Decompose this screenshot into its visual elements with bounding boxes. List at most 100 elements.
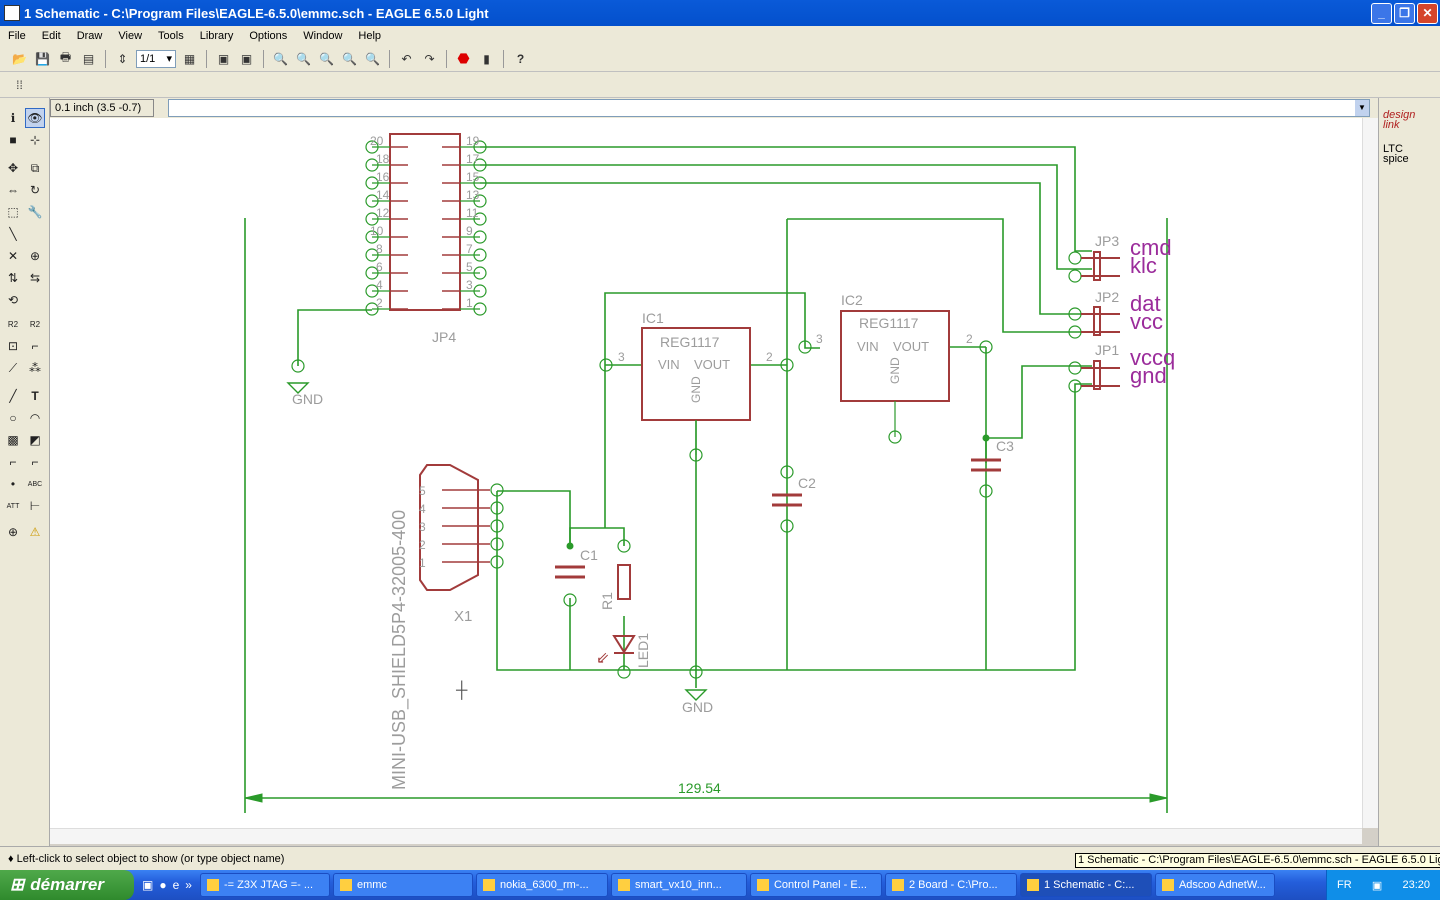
ie-icon[interactable]: e	[173, 878, 180, 892]
maximize-button[interactable]: ❐	[1394, 2, 1415, 24]
redo-icon[interactable]: ↷	[420, 49, 439, 68]
menu-library[interactable]: Library	[192, 30, 242, 42]
minimize-button[interactable]: _	[1371, 2, 1392, 24]
task-control-panel[interactable]: Control Panel - E...	[749, 873, 882, 897]
delete-icon[interactable]: ✕	[3, 246, 23, 266]
pinswap-icon[interactable]: ⇅	[3, 268, 23, 288]
menu-help[interactable]: Help	[350, 30, 389, 42]
task-z3x[interactable]: -= Z3X JTAG =- ...	[199, 873, 330, 897]
expand-icon[interactable]: »	[185, 878, 192, 892]
show-icon[interactable]: 👁	[25, 108, 45, 128]
value-icon[interactable]: R2	[25, 314, 45, 334]
zoom-select-icon[interactable]: 🔍	[363, 49, 382, 68]
rect-icon[interactable]: ▩	[3, 430, 23, 450]
media-icon[interactable]: ●	[159, 878, 166, 892]
zoom-out-icon[interactable]: 🔍	[317, 49, 336, 68]
change-icon[interactable]: 🔧	[25, 202, 45, 222]
svg-text:18: 18	[376, 152, 390, 166]
invoke-icon[interactable]: ⁂	[25, 358, 45, 378]
replace-icon[interactable]: ⟲	[3, 290, 23, 310]
board-icon[interactable]: ▦	[180, 49, 199, 68]
task-emmc[interactable]: emmc	[332, 873, 473, 897]
menu-draw[interactable]: Draw	[69, 30, 111, 42]
go-icon[interactable]: ▮	[477, 49, 496, 68]
right-panel: design link LTC spice	[1378, 98, 1440, 846]
gateswap-icon[interactable]: ⇆	[25, 268, 45, 288]
command-line-input[interactable]: ▼	[168, 99, 1370, 117]
svg-text:3: 3	[466, 278, 473, 292]
menu-file[interactable]: File	[0, 30, 34, 42]
help-icon[interactable]: ?	[511, 49, 530, 68]
image-icon	[617, 879, 630, 891]
task-schematic[interactable]: 1 Schematic - C:...	[1019, 873, 1152, 897]
copy-icon[interactable]: ⧉	[25, 158, 45, 178]
attribute-icon[interactable]: ATT	[3, 496, 23, 516]
stop-icon[interactable]: ⬣	[454, 49, 473, 68]
redraw-icon[interactable]: 🔍	[340, 49, 359, 68]
smash-icon[interactable]: ⊡	[3, 336, 23, 356]
control-panel-icon	[756, 879, 769, 891]
open-icon[interactable]: 📂	[10, 49, 29, 68]
task-smart[interactable]: smart_vx10_inn...	[610, 873, 747, 897]
print-icon[interactable]: 🖶	[56, 49, 75, 68]
task-adscoo[interactable]: Adscoo AdnetW...	[1154, 873, 1275, 897]
arc-icon[interactable]: ◠	[25, 408, 45, 428]
task-board[interactable]: 2 Board - C:\Pro...	[884, 873, 1017, 897]
rotate-icon[interactable]: ↻	[25, 180, 45, 200]
sheet-icon[interactable]: ⇕	[113, 49, 132, 68]
grid-icon[interactable]: ⁞⁞	[10, 75, 29, 94]
paste-icon[interactable]: ╲	[3, 224, 23, 244]
mark-icon[interactable]: ⊹	[25, 130, 45, 150]
ltc-spice-button[interactable]: LTC spice	[1383, 144, 1427, 165]
eagle-app-icon	[4, 5, 20, 21]
circle-icon[interactable]: ○	[3, 408, 23, 428]
vertical-scrollbar[interactable]	[1362, 118, 1378, 828]
menu-tools[interactable]: Tools	[150, 30, 192, 42]
text-icon[interactable]: T	[25, 386, 45, 406]
main-toolbar: 📂 💾 🖶 ▤ ⇕ 1/1 ▾ ▦ ▣ ▣ 🔍 🔍 🔍 🔍 🔍 ↶ ↷ ⬣ ▮ ?	[0, 46, 1440, 72]
miter-icon[interactable]: ⌐	[25, 336, 45, 356]
dimension-icon[interactable]: ⊢	[25, 496, 45, 516]
display-icon[interactable]: ■	[3, 130, 23, 150]
zoom-fit-icon[interactable]: 🔍	[271, 49, 290, 68]
menu-window[interactable]: Window	[295, 30, 350, 42]
desktop-icon[interactable]: ▣	[142, 878, 153, 892]
polygon-icon[interactable]: ◩	[25, 430, 45, 450]
ulp-icon[interactable]: ▣	[237, 49, 256, 68]
errors-icon[interactable]: ⚠	[25, 522, 45, 542]
start-button[interactable]: ⊞ démarrer	[0, 870, 134, 900]
zoom-in-icon[interactable]: 🔍	[294, 49, 313, 68]
menu-options[interactable]: Options	[241, 30, 295, 42]
task-label: nokia_6300_rm-...	[499, 879, 589, 891]
sheet-select[interactable]: 1/1 ▾	[136, 49, 176, 68]
wire-icon[interactable]: ╱	[3, 386, 23, 406]
designlink-button[interactable]: design link	[1383, 110, 1423, 131]
menu-view[interactable]: View	[110, 30, 150, 42]
menu-edit[interactable]: Edit	[34, 30, 69, 42]
bus-icon[interactable]: ⌐	[3, 452, 23, 472]
script-icon[interactable]: ▣	[214, 49, 233, 68]
schematic-canvas[interactable]: 20 19 18 17 16 15 14 13 12 11 10 9 87 65 43 21…	[50, 118, 1362, 828]
junction-icon[interactable]: •	[3, 474, 23, 494]
network-icon[interactable]: ▣	[1372, 879, 1382, 892]
task-nokia[interactable]: nokia_6300_rm-...	[475, 873, 608, 897]
name-icon[interactable]: R2	[3, 314, 23, 334]
add-icon[interactable]: ⊕	[25, 246, 45, 266]
close-button[interactable]: ✕	[1417, 2, 1438, 24]
move-icon[interactable]: ✥	[3, 158, 23, 178]
label-icon[interactable]: ABC	[25, 474, 45, 494]
save-icon[interactable]: 💾	[33, 49, 52, 68]
language-indicator[interactable]: FR	[1337, 879, 1352, 891]
info-icon[interactable]: ℹ	[3, 108, 23, 128]
erc-icon[interactable]: ⊕	[3, 522, 23, 542]
group-icon[interactable]: ⬚	[3, 202, 23, 222]
undo-icon[interactable]: ↶	[397, 49, 416, 68]
net-icon[interactable]: ⌐	[25, 452, 45, 472]
menu-bar: File Edit Draw View Tools Library Option…	[0, 26, 1440, 46]
chevron-down-icon[interactable]: ▼	[1355, 100, 1369, 116]
horizontal-scrollbar[interactable]	[50, 828, 1362, 844]
split-icon[interactable]: ⟋	[3, 358, 23, 378]
cam-icon[interactable]: ▤	[79, 49, 98, 68]
mirror-icon[interactable]: ⇔	[3, 180, 23, 200]
gnd-label-left: GND	[292, 391, 323, 407]
